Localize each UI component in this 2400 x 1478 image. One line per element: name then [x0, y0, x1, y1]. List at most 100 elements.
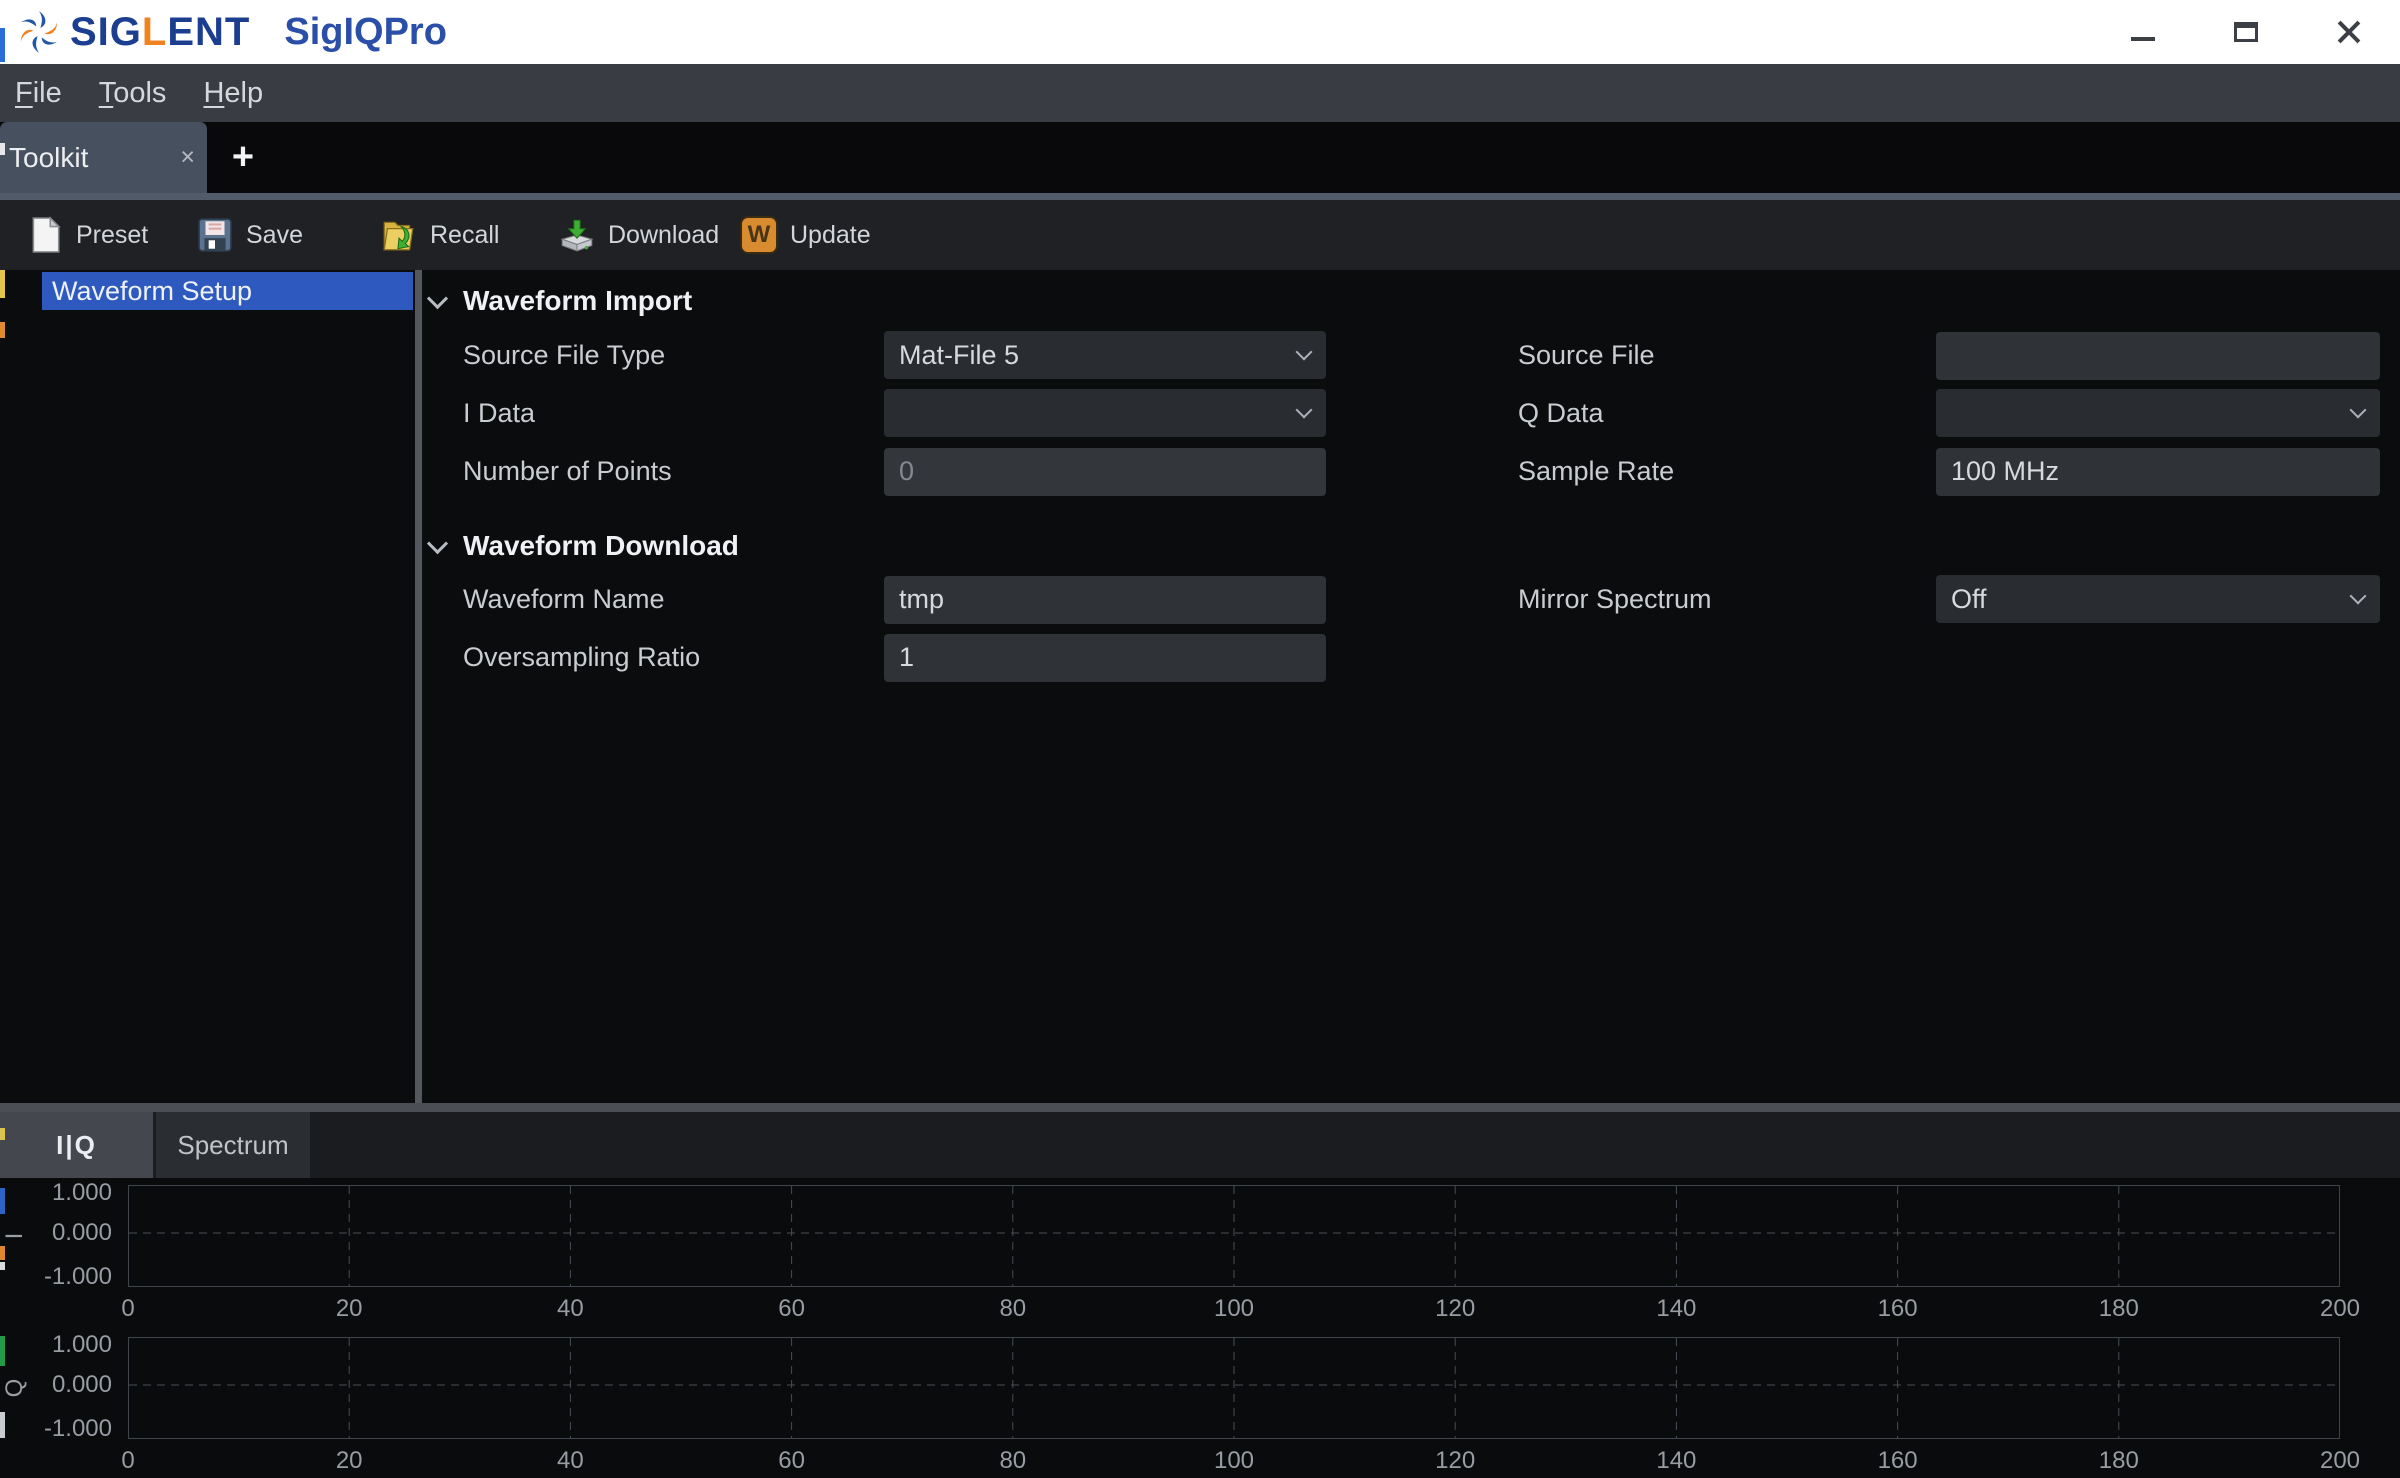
- download-button[interactable]: Download: [558, 200, 719, 270]
- y-tick-label: -1.000: [43, 1262, 112, 1290]
- x-tick-labels: 0 20 40 60 80 100 120 140 160 180 200: [121, 1443, 2360, 1477]
- plot-canvas: [128, 1337, 2340, 1439]
- close-button[interactable]: [2297, 0, 2400, 64]
- x-tick-label: 20: [335, 1447, 363, 1474]
- sidebar: Waveform Setup: [0, 270, 415, 1103]
- plot-canvas: [128, 1185, 2340, 1287]
- q-plot-area: [128, 1337, 2340, 1439]
- screen-edge-artifact: [0, 1412, 5, 1438]
- sidebar-item-waveform-setup[interactable]: Waveform Setup: [42, 272, 413, 310]
- tab-spectrum[interactable]: Spectrum: [156, 1112, 310, 1178]
- chevron-down-icon: [2349, 401, 2367, 419]
- sample-rate-label: Sample Rate: [1518, 456, 1675, 486]
- i-data-select[interactable]: [884, 389, 1326, 437]
- menu-file[interactable]: File: [15, 77, 62, 110]
- screen-edge-artifact: [0, 1262, 5, 1270]
- x-tick-label: 0: [121, 1295, 135, 1322]
- sidebar-splitter[interactable]: [415, 270, 422, 1103]
- maximize-button[interactable]: [2194, 0, 2297, 64]
- tab-iq[interactable]: I|Q: [0, 1112, 153, 1178]
- brand-logo-text: SIGLENT: [70, 9, 251, 54]
- source-file-field: [1936, 331, 2380, 380]
- save-button[interactable]: Save: [196, 200, 303, 270]
- screen-edge-artifact: [0, 143, 5, 155]
- x-tick-label: 180: [2098, 1295, 2139, 1322]
- x-tick-label: 180: [2098, 1447, 2139, 1474]
- number-of-points-field: [884, 447, 1326, 496]
- waveform-name-input[interactable]: [884, 575, 1326, 624]
- panel-resize-divider[interactable]: [0, 1103, 2400, 1112]
- siglent-logo-icon: [20, 11, 58, 53]
- minimize-icon: [2130, 37, 2155, 41]
- download-drive-icon: [560, 219, 594, 252]
- x-tick-label: 200: [2319, 1295, 2361, 1322]
- screen-edge-artifact: [0, 1246, 5, 1260]
- x-tick-label: 0: [121, 1447, 135, 1474]
- x-tick-label: 160: [1877, 1295, 1918, 1322]
- menu-help[interactable]: Help: [203, 77, 263, 110]
- chevron-down-icon: [2349, 587, 2367, 605]
- chevron-down-icon: [1295, 343, 1313, 361]
- x-tick-labels: 0 20 40 60 80 100 120 140 160 180 200: [121, 1291, 2360, 1325]
- mirror-spectrum-select[interactable]: Off: [1936, 575, 2380, 623]
- tab-toolkit[interactable]: Toolkit ×: [0, 122, 207, 193]
- new-tab-button[interactable]: +: [220, 122, 266, 193]
- mirror-spectrum-value: Off: [1951, 584, 1987, 614]
- menu-tools[interactable]: Tools: [99, 77, 167, 110]
- preset-label: Preset: [76, 220, 149, 249]
- source-file-input[interactable]: [1936, 331, 2380, 380]
- screen-edge-artifact: [0, 322, 5, 338]
- x-tick-label: 40: [557, 1447, 584, 1474]
- tab-toolkit-label: Toolkit: [9, 141, 89, 173]
- recall-label: Recall: [430, 220, 500, 249]
- chevron-down-icon: [1295, 401, 1313, 419]
- x-tick-label: 120: [1435, 1447, 1476, 1474]
- section-waveform-import[interactable]: Waveform Import: [426, 283, 692, 319]
- x-tick-label: 100: [1213, 1447, 1255, 1474]
- toolbar: Preset Save Recall Download W Update: [0, 200, 2400, 270]
- q-waveform-chart: Q 1.000 0.000 -1.000 0 20 40 60 80 100 120 140 160…: [0, 1331, 2400, 1478]
- save-floppy-icon: [198, 218, 232, 252]
- waveform-name-field: [884, 575, 1326, 624]
- y-tick-label: -1.000: [43, 1414, 112, 1442]
- minimize-button[interactable]: [2091, 0, 2194, 64]
- section-title: Waveform Download: [463, 530, 739, 561]
- oversampling-ratio-field: [884, 633, 1326, 682]
- screen-edge-artifact: [0, 28, 5, 62]
- window-controls: [2091, 0, 2400, 64]
- recall-button[interactable]: Recall: [380, 200, 499, 270]
- source-file-type-select[interactable]: Mat-File 5: [884, 331, 1326, 379]
- q-data-label: Q Data: [1518, 398, 1604, 428]
- preset-document-icon: [32, 216, 61, 253]
- x-tick-label: 160: [1877, 1447, 1918, 1474]
- number-of-points-input[interactable]: [884, 447, 1326, 496]
- update-button[interactable]: W Update: [740, 200, 871, 270]
- chevron-down-icon: [426, 287, 449, 309]
- y-tick-label: 0.000: [51, 1218, 112, 1246]
- sample-rate-field: [1936, 447, 2380, 496]
- source-file-label: Source File: [1518, 340, 1655, 370]
- number-of-points-label: Number of Points: [463, 456, 672, 486]
- waveform-name-label: Waveform Name: [463, 584, 665, 614]
- app-title: SigIQPro: [284, 10, 447, 53]
- settings-panel: Waveform Import Source File Type Mat-Fil…: [422, 270, 2400, 1103]
- i-waveform-chart: I 1.000 0.000 -1.000 0 20 40 60 80 100 120 140 160…: [0, 1179, 2400, 1331]
- x-tick-label: 140: [1656, 1447, 1697, 1474]
- section-waveform-download[interactable]: Waveform Download: [426, 528, 739, 564]
- recall-folder-icon: [383, 221, 414, 251]
- y-tick-labels: 1.000 0.000 -1.000: [0, 1179, 118, 1290]
- q-data-select[interactable]: [1936, 389, 2380, 437]
- oversampling-ratio-input[interactable]: [884, 633, 1326, 682]
- chevron-down-icon: [426, 532, 449, 554]
- oversampling-ratio-label: Oversampling Ratio: [463, 642, 701, 672]
- x-tick-label: 40: [557, 1295, 584, 1322]
- close-icon: [2337, 20, 2361, 44]
- tab-close-icon[interactable]: ×: [180, 143, 195, 172]
- preset-button[interactable]: Preset: [26, 200, 148, 270]
- y-tick-label: 1.000: [51, 1178, 112, 1206]
- source-file-type-value: Mat-File 5: [899, 340, 1020, 370]
- update-w-icon: W: [740, 216, 778, 254]
- sample-rate-input[interactable]: [1936, 447, 2380, 496]
- sigiqpro-window: SIGLENT SigIQPro File Tools Help Toolkit…: [0, 0, 2400, 1478]
- source-file-type-label: Source File Type: [463, 340, 666, 370]
